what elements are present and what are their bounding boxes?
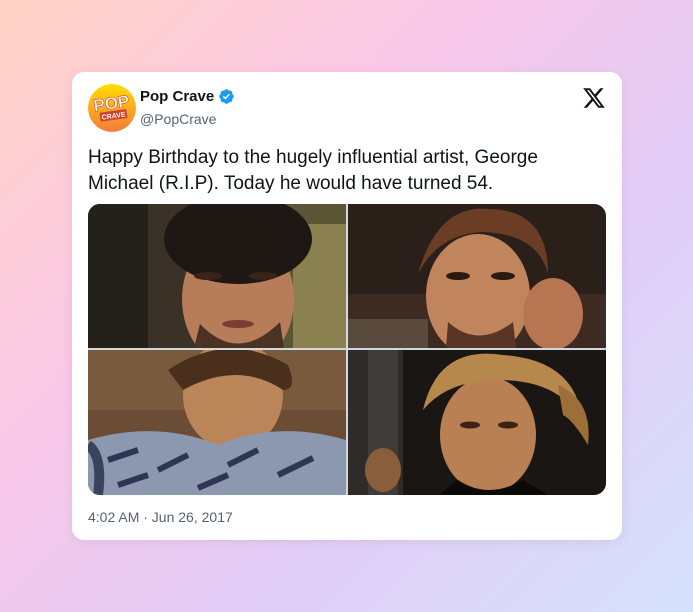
media-photo-4[interactable]	[348, 350, 606, 495]
media-photo-2[interactable]	[348, 204, 606, 348]
tweet-text: Happy Birthday to the hugely influential…	[88, 147, 538, 194]
author-avatar[interactable]: POP CRAVE	[88, 84, 136, 132]
media-photo-1[interactable]	[88, 204, 346, 348]
media-grid[interactable]	[88, 204, 606, 495]
author-display-name[interactable]: Pop Crave	[140, 88, 214, 105]
author-name-row: Pop Crave	[140, 88, 235, 105]
media-photo-3[interactable]	[88, 350, 346, 495]
x-logo-icon[interactable]	[582, 86, 606, 110]
tweet-card[interactable]: POP CRAVE Pop Crave @PopCrave Happy Birt…	[72, 72, 622, 540]
tweet-timestamp[interactable]: 4:02 AM · Jun 26, 2017	[88, 509, 233, 525]
verified-badge-icon	[218, 88, 235, 105]
author-handle[interactable]: @PopCrave	[140, 111, 216, 127]
